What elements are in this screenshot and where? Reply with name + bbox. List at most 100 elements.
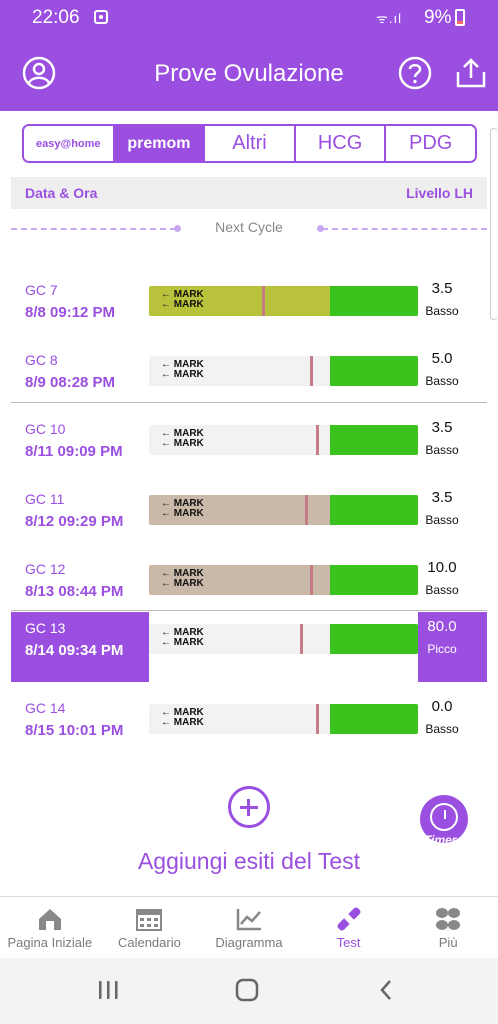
bottom-nav: Pagina Iniziale Calendario Diagramma Tes… (0, 896, 498, 958)
lh-level: 3.5 (431, 419, 453, 436)
battery-icon (455, 9, 465, 26)
calendar-icon (136, 909, 163, 931)
nav-label: Diagramma (215, 935, 283, 950)
chart-icon (236, 909, 261, 931)
next-cycle-divider: Next Cycle (11, 218, 487, 238)
tab-altri[interactable]: Altri (205, 126, 296, 161)
header-date: Data & Ora (25, 185, 98, 201)
test-strip-image: ← MARK ← MARK (149, 286, 418, 316)
strip-mark-text: ← MARK (161, 438, 204, 449)
add-results-label[interactable]: Aggiungi esiti del Test (0, 848, 498, 875)
strip-mark: ← MARK ← MARK (161, 628, 241, 648)
brand-tabs: easy@home premom Altri HCG PDG (22, 124, 477, 163)
tab-premom[interactable]: premom (114, 126, 206, 161)
test-strip-image: ← MARK ← MARK (149, 704, 418, 734)
test-strip-image: ← MARK ← MARK (149, 565, 418, 595)
strip-handle (330, 356, 418, 386)
tab-hcg[interactable]: HCG (295, 126, 387, 161)
strip-mark: ← MARK ← MARK (161, 290, 241, 310)
list-item[interactable]: GC 8 8/9 08:28 PM ← MARK ← MARK 5.0 Basso (11, 344, 487, 414)
strip-handle (330, 425, 418, 455)
test-name: GC 14 (25, 700, 66, 716)
lh-category: Picco (427, 642, 457, 656)
test-date: 8/12 09:29 PM (25, 513, 124, 530)
system-nav (0, 958, 498, 1024)
test-date: 8/14 09:34 PM (25, 642, 124, 659)
nav-label: Più (438, 935, 458, 950)
lh-level: 3.5 (431, 280, 453, 297)
test-strip-image: ← MARK ← MARK (149, 624, 418, 654)
strip-mark-text: ← MARK (161, 637, 204, 648)
test-date: 8/15 10:01 PM (25, 722, 124, 739)
lh-level: 10.0 (427, 559, 457, 576)
tab-easyhome[interactable]: easy@home (24, 126, 115, 161)
strip-test-line (315, 425, 319, 455)
strip-mark-text: ← MARK (161, 508, 204, 519)
share-icon[interactable] (454, 56, 488, 90)
nav-test[interactable]: Test (299, 897, 399, 958)
test-date: 8/8 09:12 PM (25, 304, 116, 321)
list-divider (11, 402, 487, 403)
strip-mark: ← MARK ← MARK (161, 708, 241, 728)
test-date: 8/13 08:44 PM (25, 583, 124, 600)
back-icon[interactable] (375, 978, 399, 1002)
scrollbar[interactable] (490, 128, 498, 320)
lh-category: Basso (425, 443, 459, 457)
lh-category: Basso (425, 583, 459, 597)
strip-handle (330, 495, 418, 525)
timer-button[interactable]: Timer (420, 795, 468, 847)
lh-category: Basso (425, 304, 459, 318)
strip-handle (330, 286, 418, 316)
strip-mark: ← MARK ← MARK (161, 569, 241, 589)
lh-level: 5.0 (431, 350, 453, 367)
status-bar: 22:06 ᯤ.ıl 9% (0, 0, 498, 36)
nav-home[interactable]: Pagina Iniziale (0, 897, 100, 958)
tab-label: premom (127, 134, 191, 152)
list-item[interactable]: GC 7 8/8 09:12 PM ← MARK ← MARK 3.5 Basso (11, 274, 487, 344)
tab-label: easy@home (36, 137, 101, 150)
strip-test-line (315, 704, 319, 734)
strip-mark: ← MARK ← MARK (161, 360, 241, 380)
tab-pdg[interactable]: PDG (386, 126, 475, 161)
strip-mark: ← MARK ← MARK (161, 429, 241, 449)
strip-mark-text: ← MARK (161, 717, 204, 728)
lh-category: Basso (425, 374, 459, 388)
more-icon (436, 908, 461, 930)
lh-category: Basso (425, 513, 459, 527)
test-name: GC 8 (25, 352, 58, 368)
list-item[interactable]: GC 10 8/11 09:09 PM ← MARK ← MARK 3.5 Basso (11, 413, 487, 483)
timer-icon (430, 803, 458, 831)
table-header: Data & Ora Livello LH (11, 177, 487, 209)
nav-chart[interactable]: Diagramma (199, 897, 299, 958)
tab-label: HCG (317, 132, 363, 154)
add-test-button[interactable] (228, 786, 270, 828)
recent-apps-icon[interactable] (96, 978, 120, 1002)
strip-mark: ← MARK ← MARK (161, 499, 241, 519)
strip-test-line (305, 495, 309, 525)
test-name: GC 12 (25, 561, 66, 577)
tab-label: PDG (409, 132, 453, 154)
nav-label: Pagina Iniziale (7, 935, 93, 950)
tab-label: Altri (232, 132, 267, 154)
header-lh: Livello LH (406, 185, 473, 201)
nav-label: Test (336, 935, 361, 950)
nav-label: Calendario (117, 935, 181, 950)
nav-more[interactable]: Più (398, 897, 498, 958)
test-date: 8/9 08:28 PM (25, 374, 116, 391)
strip-mark-text: ← MARK (161, 578, 204, 589)
nav-calendar[interactable]: Calendario (100, 897, 200, 958)
home-button-icon[interactable] (235, 978, 259, 1002)
help-icon[interactable] (398, 56, 432, 90)
lh-category: Basso (425, 722, 459, 736)
list-item[interactable]: GC 13 8/14 09:34 PM ← MARK ← MARK 80.0 Picco (11, 612, 487, 682)
strip-handle (330, 704, 418, 734)
strip-handle (330, 565, 418, 595)
test-strip-icon (337, 907, 361, 931)
lh-level: 80.0 (427, 618, 457, 635)
list-item[interactable]: GC 14 8/15 10:01 PM ← MARK ← MARK 0.0 Basso (11, 692, 487, 762)
test-name: GC 7 (25, 282, 58, 298)
strip-mark-text: ← MARK (161, 369, 204, 380)
test-strip-image: ← MARK ← MARK (149, 425, 418, 455)
timer-label: Timer (424, 833, 457, 847)
list-item[interactable]: GC 11 8/12 09:29 PM ← MARK ← MARK 3.5 Basso (11, 483, 487, 553)
